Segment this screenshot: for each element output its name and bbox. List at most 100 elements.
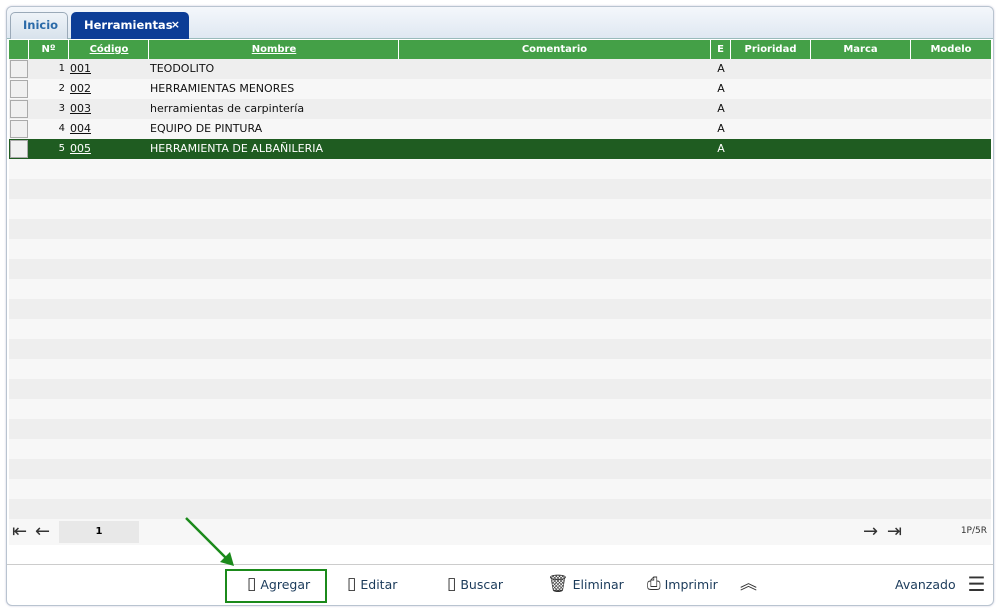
row-e: A — [717, 122, 725, 135]
table-row[interactable]: 2 002 HERRAMIENTAS MENORES A — [9, 79, 991, 99]
row-nombre: EQUIPO DE PINTURA — [150, 122, 263, 135]
data-grid: Nº Código Nombre Comentario E Prioridad … — [9, 40, 991, 519]
collapse-button[interactable]: ︽ — [740, 575, 757, 593]
row-number: 3 — [58, 103, 65, 114]
header-modelo[interactable]: Modelo — [911, 40, 991, 59]
agregar-button[interactable]: ▯ Agregar — [247, 575, 310, 593]
window: Inicio Herramientas × Nº Código Nombre Co… — [6, 6, 994, 606]
empty-row — [9, 199, 991, 219]
empty-row — [9, 479, 991, 499]
row-checkbox[interactable] — [9, 79, 29, 99]
row-nombre: herramientas de carpintería — [150, 102, 305, 115]
row-modelo — [911, 99, 991, 119]
add-document-icon: ▯ — [247, 574, 257, 594]
row-nombre: TEODOLITO — [150, 62, 215, 75]
row-checkbox[interactable] — [9, 139, 29, 159]
header-comentario[interactable]: Comentario — [399, 40, 711, 59]
row-marca — [811, 59, 911, 79]
row-number: 2 — [58, 83, 65, 94]
header-codigo[interactable]: Código — [69, 40, 149, 59]
first-page-icon[interactable]: ⇤ — [12, 522, 27, 542]
empty-row — [9, 419, 991, 439]
row-nombre: HERRAMIENTA DE ALBAÑILERIA — [150, 142, 323, 155]
empty-row — [9, 239, 991, 259]
edit-document-icon: ▯ — [347, 574, 357, 594]
empty-row — [9, 359, 991, 379]
empty-row — [9, 179, 991, 199]
printer-icon: ⎙ — [647, 574, 661, 594]
prev-page-icon[interactable]: ← — [35, 522, 50, 542]
row-modelo — [911, 79, 991, 99]
row-codigo-link[interactable]: 001 — [69, 59, 149, 79]
row-nombre: HERRAMIENTAS MENORES — [150, 82, 295, 95]
row-e: A — [717, 62, 725, 75]
header-marca[interactable]: Marca — [811, 40, 911, 59]
search-document-icon: ▯ — [447, 574, 457, 594]
empty-row — [9, 399, 991, 419]
eliminar-button[interactable]: 🗑 Eliminar — [547, 575, 624, 593]
trash-icon: 🗑 — [547, 574, 569, 594]
close-icon[interactable]: × — [171, 13, 180, 37]
header-prioridad[interactable]: Prioridad — [731, 40, 811, 59]
table-row[interactable]: 4 004 EQUIPO DE PINTURA A — [9, 119, 991, 139]
empty-row — [9, 259, 991, 279]
row-codigo-link[interactable]: 004 — [69, 119, 149, 139]
row-number: 1 — [58, 63, 65, 74]
pager: ⇤ ← 1 → ⇥ 1P/5R — [9, 519, 991, 545]
row-modelo — [911, 119, 991, 139]
row-marca — [811, 119, 911, 139]
row-e: A — [717, 102, 725, 115]
empty-row — [9, 279, 991, 299]
row-checkbox[interactable] — [9, 59, 29, 79]
header-nombre[interactable]: Nombre — [149, 40, 399, 59]
row-comentario — [399, 79, 711, 99]
row-prioridad — [731, 59, 811, 79]
empty-row — [9, 459, 991, 479]
grid-header: Nº Código Nombre Comentario E Prioridad … — [9, 40, 991, 59]
table-row[interactable]: 3 003 herramientas de carpintería A — [9, 99, 991, 119]
row-comentario — [399, 139, 711, 159]
tab-inicio[interactable]: Inicio — [10, 12, 68, 39]
row-comentario — [399, 99, 711, 119]
empty-row — [9, 379, 991, 399]
row-codigo-link[interactable]: 002 — [69, 79, 149, 99]
row-prioridad — [731, 119, 811, 139]
row-number: 5 — [58, 143, 65, 154]
row-e: A — [717, 142, 725, 155]
menu-icon: ☰ — [967, 572, 986, 596]
page-info: 1P/5R — [960, 526, 987, 536]
next-page-icon[interactable]: → — [863, 522, 878, 542]
tab-bar: Inicio Herramientas × — [7, 7, 993, 39]
table-row[interactable]: 1 001 TEODOLITO A — [9, 59, 991, 79]
empty-row — [9, 499, 991, 519]
tab-herramientas[interactable]: Herramientas × — [71, 12, 189, 39]
double-chevron-up-icon: ︽ — [740, 574, 757, 594]
row-marca — [811, 99, 911, 119]
row-checkbox[interactable] — [9, 119, 29, 139]
empty-row — [9, 299, 991, 319]
buscar-button[interactable]: ▯ Buscar — [447, 575, 503, 593]
row-marca — [811, 79, 911, 99]
row-modelo — [911, 59, 991, 79]
row-prioridad — [731, 79, 811, 99]
empty-row — [9, 219, 991, 239]
row-marca — [811, 139, 911, 159]
header-e[interactable]: E — [711, 40, 731, 59]
empty-row — [9, 319, 991, 339]
row-checkbox[interactable] — [9, 99, 29, 119]
header-n: Nº — [29, 40, 69, 59]
row-codigo-link[interactable]: 003 — [69, 99, 149, 119]
editar-button[interactable]: ▯ Editar — [347, 575, 397, 593]
row-comentario — [399, 119, 711, 139]
table-row[interactable]: 5 005 HERRAMIENTA DE ALBAÑILERIA A — [9, 139, 991, 159]
row-comentario — [399, 59, 711, 79]
empty-row — [9, 439, 991, 459]
toolbar: ▯ Agregar ▯ Editar ▯ Buscar 🗑 Eliminar ⎙ Impr… — [7, 564, 993, 606]
last-page-icon[interactable]: ⇥ — [887, 522, 902, 542]
empty-row — [9, 339, 991, 359]
page-number[interactable]: 1 — [59, 521, 139, 543]
imprimir-button[interactable]: ⎙ Imprimir — [647, 575, 718, 593]
avanzado-button[interactable]: Avanzado ☰ — [895, 572, 986, 596]
row-codigo-link[interactable]: 005 — [69, 139, 149, 159]
row-modelo — [911, 139, 991, 159]
